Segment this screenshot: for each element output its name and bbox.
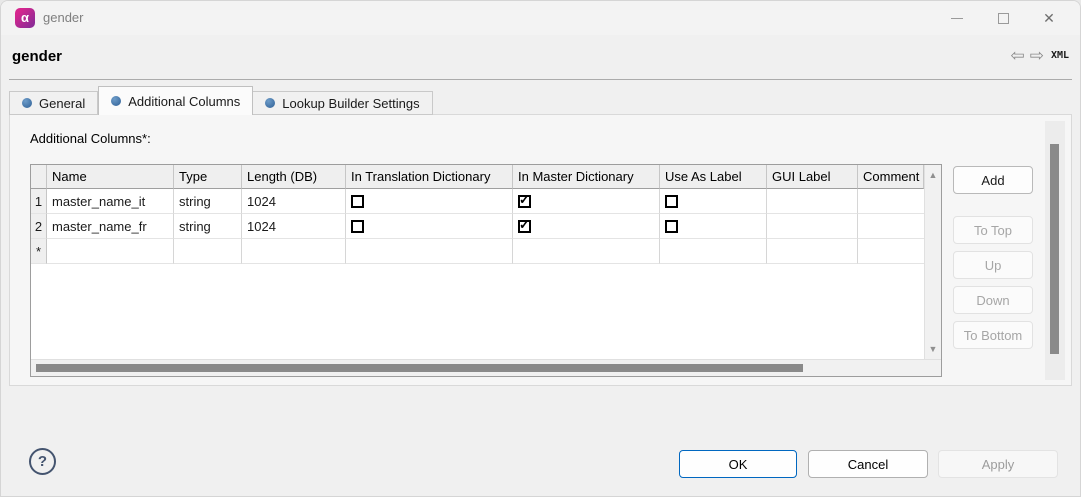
tab-additional-columns[interactable]: Additional Columns (98, 86, 253, 115)
col-header-use-as-label: Use As Label (660, 165, 767, 189)
maximize-button[interactable] (980, 1, 1026, 35)
table-horizontal-scrollbar[interactable] (31, 359, 941, 376)
additional-columns-table: Name Type Length (DB) In Translation Dic… (30, 164, 942, 377)
cell-length[interactable]: 1024 (242, 214, 346, 239)
header-nav: ⇦ ⇨ XML (1010, 47, 1069, 64)
col-header-length: Length (DB) (242, 165, 346, 189)
dialog-window: α gender ✕ gender ⇦ ⇨ XML General Additi… (0, 0, 1081, 497)
cell-in-master (513, 214, 660, 239)
cell-in-translation[interactable] (346, 239, 513, 264)
tab-lookup-builder-settings[interactable]: Lookup Builder Settings (253, 91, 432, 115)
scroll-up-icon[interactable]: ▲ (925, 170, 941, 180)
cell-comment[interactable] (858, 189, 924, 214)
corner-cell (31, 165, 47, 189)
page-title: gender (12, 48, 62, 65)
cell-type[interactable] (174, 239, 242, 264)
cell-length[interactable] (242, 239, 346, 264)
apply-button[interactable]: Apply (938, 450, 1058, 478)
use-as-label-checkbox[interactable] (665, 220, 678, 233)
col-header-in-translation-dictionary: In Translation Dictionary (346, 165, 513, 189)
window-controls: ✕ (934, 1, 1072, 35)
tab-content-panel: Additional Columns*: Name Type Length (D… (9, 114, 1072, 386)
dialog-header: gender ⇦ ⇨ XML (9, 35, 1072, 80)
cell-gui-label[interactable] (767, 239, 858, 264)
cell-gui-label[interactable] (767, 214, 858, 239)
dialog-scroll-thumb[interactable] (1050, 144, 1059, 354)
in-translation-checkbox[interactable] (351, 195, 364, 208)
col-header-type: Type (174, 165, 242, 189)
col-header-gui-label: GUI Label (767, 165, 858, 189)
col-header-name: Name (47, 165, 174, 189)
cell-name[interactable]: master_name_fr (47, 214, 174, 239)
new-row-marker[interactable]: * (31, 239, 47, 264)
cell-use-as-label[interactable] (660, 239, 767, 264)
section-label: Additional Columns*: (30, 131, 151, 146)
col-header-in-master-dictionary: In Master Dictionary (513, 165, 660, 189)
in-master-checkbox[interactable] (518, 195, 531, 208)
cell-type[interactable]: string (174, 189, 242, 214)
help-icon: ? (38, 453, 47, 470)
cancel-button[interactable]: Cancel (808, 450, 928, 478)
tab-general[interactable]: General (9, 91, 98, 115)
window-title: gender (43, 10, 83, 25)
cell-use-as-label (660, 189, 767, 214)
cell-name[interactable]: master_name_it (47, 189, 174, 214)
title-bar: α gender ✕ (1, 1, 1080, 35)
up-button[interactable]: Up (953, 251, 1033, 279)
tab-bar: General Additional Columns Lookup Builde… (9, 86, 433, 115)
to-bottom-button[interactable]: To Bottom (953, 321, 1033, 349)
tab-dot-icon (265, 98, 275, 108)
in-translation-checkbox[interactable] (351, 220, 364, 233)
tab-label: Additional Columns (128, 94, 240, 109)
tab-dot-icon (111, 96, 121, 106)
col-header-comment: Comment (858, 165, 924, 189)
table-row: 1 master_name_it string 1024 (31, 189, 924, 214)
cell-name[interactable] (47, 239, 174, 264)
cell-length[interactable]: 1024 (242, 189, 346, 214)
grid: Name Type Length (DB) In Translation Dic… (31, 165, 924, 359)
down-button[interactable]: Down (953, 286, 1033, 314)
tab-label: Lookup Builder Settings (282, 96, 419, 111)
close-icon: ✕ (1043, 11, 1055, 25)
row-action-buttons: Add To Top Up Down To Bottom (953, 166, 1033, 349)
to-top-button[interactable]: To Top (953, 216, 1033, 244)
maximize-icon (998, 13, 1009, 24)
table-row: 2 master_name_fr string 1024 (31, 214, 924, 239)
app-icon: α (15, 8, 35, 28)
help-button[interactable]: ? (29, 448, 56, 475)
row-number[interactable]: 1 (31, 189, 47, 214)
scroll-down-icon[interactable]: ▼ (925, 344, 941, 354)
cell-in-master[interactable] (513, 239, 660, 264)
dialog-vertical-scrollbar[interactable] (1045, 121, 1065, 380)
cell-use-as-label (660, 214, 767, 239)
use-as-label-checkbox[interactable] (665, 195, 678, 208)
ok-button[interactable]: OK (679, 450, 797, 478)
back-arrow-icon[interactable]: ⇦ (1010, 47, 1024, 64)
add-button[interactable]: Add (953, 166, 1033, 194)
table-vertical-scrollbar[interactable]: ▲ ▼ (924, 165, 941, 359)
table-header-row: Name Type Length (DB) In Translation Dic… (31, 165, 924, 189)
cell-type[interactable]: string (174, 214, 242, 239)
cell-comment[interactable] (858, 214, 924, 239)
minimize-icon (951, 18, 963, 19)
cell-in-translation (346, 214, 513, 239)
minimize-button[interactable] (934, 1, 980, 35)
close-button[interactable]: ✕ (1026, 1, 1072, 35)
horizontal-scroll-thumb[interactable] (36, 364, 803, 372)
xml-view-button[interactable]: XML (1051, 50, 1069, 61)
cell-gui-label[interactable] (767, 189, 858, 214)
forward-arrow-icon[interactable]: ⇨ (1030, 47, 1044, 64)
tab-label: General (39, 96, 85, 111)
cell-in-translation (346, 189, 513, 214)
table-row-new: * (31, 239, 924, 264)
cell-in-master (513, 189, 660, 214)
cell-comment[interactable] (858, 239, 924, 264)
in-master-checkbox[interactable] (518, 220, 531, 233)
row-number[interactable]: 2 (31, 214, 47, 239)
tab-dot-icon (22, 98, 32, 108)
